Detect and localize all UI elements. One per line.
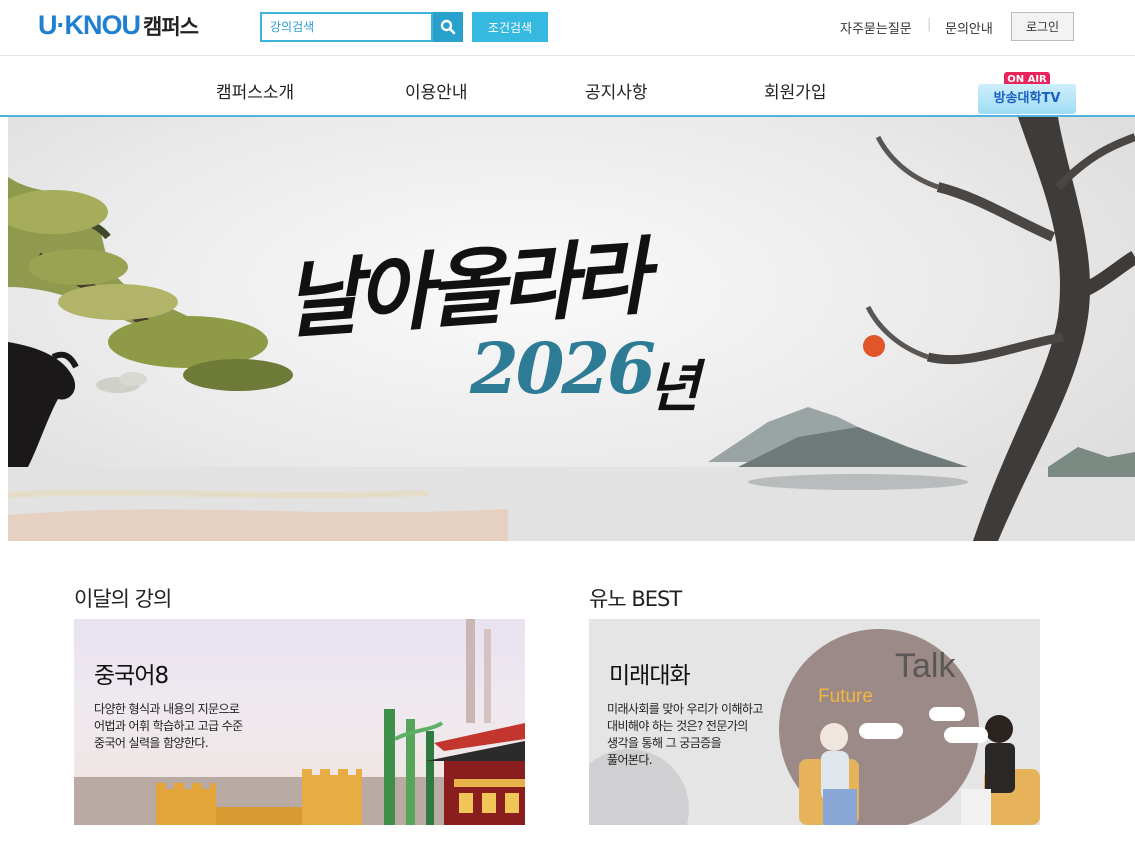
card-desc-line: 중국어 실력을 함양한다. — [94, 736, 209, 750]
contact-link[interactable]: 문의안내 — [945, 18, 993, 37]
uknou-best-heading: 유노 BEST — [589, 587, 682, 611]
main-nav: 캠퍼스소개 이용안내 공지사항 회원가입 — [0, 56, 1135, 116]
util-separator: | — [927, 17, 932, 32]
tv-label: 방송대학TV — [978, 84, 1076, 114]
card-desc-line: 다양한 형식과 내용의 지문으로 — [94, 702, 240, 716]
future-text: Future — [818, 686, 873, 707]
card-title-future: 미래대화 — [609, 663, 691, 689]
uknou-best-card[interactable]: Talk Future 미래대화 미래사회를 맞아 우리가 이해하고 대비해야 … — [589, 619, 1040, 825]
card-desc-line: 생각을 통해 그 궁금증을 — [607, 736, 722, 750]
monthly-lecture-card[interactable]: 중국어8 다양한 형식과 내용의 지문으로 어법과 어휘 학습하고 고급 수준 … — [74, 619, 525, 825]
hero-year-suffix: 년 — [648, 354, 700, 420]
monthly-lecture-heading: 이달의 강의 — [74, 587, 172, 611]
nav-item-campus-intro[interactable]: 캠퍼스소개 — [216, 78, 294, 103]
logo-main: U·KNOU — [38, 10, 141, 40]
filter-search-button[interactable]: 조건검색 — [472, 12, 548, 42]
search-button[interactable] — [433, 12, 463, 42]
faq-link[interactable]: 자주묻는질문 — [840, 18, 912, 37]
hero-banner[interactable]: 날아올라라 2026 년 — [8, 117, 1135, 541]
logo-sub: 캠퍼스 — [143, 15, 199, 39]
search-input[interactable] — [260, 12, 433, 42]
card-desc-line: 풀어본다. — [607, 753, 653, 767]
card-desc-line: 어법과 어휘 학습하고 고급 수준 — [94, 719, 243, 733]
login-button[interactable]: 로그인 — [1011, 12, 1074, 41]
nav-item-signup[interactable]: 회원가입 — [764, 78, 827, 103]
search-icon — [440, 19, 456, 35]
onair-tv-link[interactable]: ON AIR 방송대학TV — [978, 72, 1076, 114]
talk-text: Talk — [895, 647, 956, 685]
nav-item-guide[interactable]: 이용안내 — [405, 78, 468, 103]
nav-item-notice[interactable]: 공지사항 — [585, 78, 648, 103]
top-bar: U·KNOU 캠퍼스 조건검색 자주묻는질문 | 문의안내 로그인 — [0, 0, 1135, 55]
hero-year: 2026 — [470, 327, 656, 410]
card-title-chinese: 중국어8 — [94, 663, 169, 689]
card-desc-chinese: 다양한 형식과 내용의 지문으로 어법과 어휘 학습하고 고급 수준 중국어 실… — [94, 701, 243, 752]
card-desc-line: 미래사회를 맞아 우리가 이해하고 — [607, 702, 763, 716]
site-logo[interactable]: U·KNOU 캠퍼스 — [38, 10, 199, 44]
card-desc-line: 대비해야 하는 것은? 전문가의 — [607, 719, 748, 733]
card-desc-future: 미래사회를 맞아 우리가 이해하고 대비해야 하는 것은? 전문가의 생각을 통… — [607, 701, 763, 769]
